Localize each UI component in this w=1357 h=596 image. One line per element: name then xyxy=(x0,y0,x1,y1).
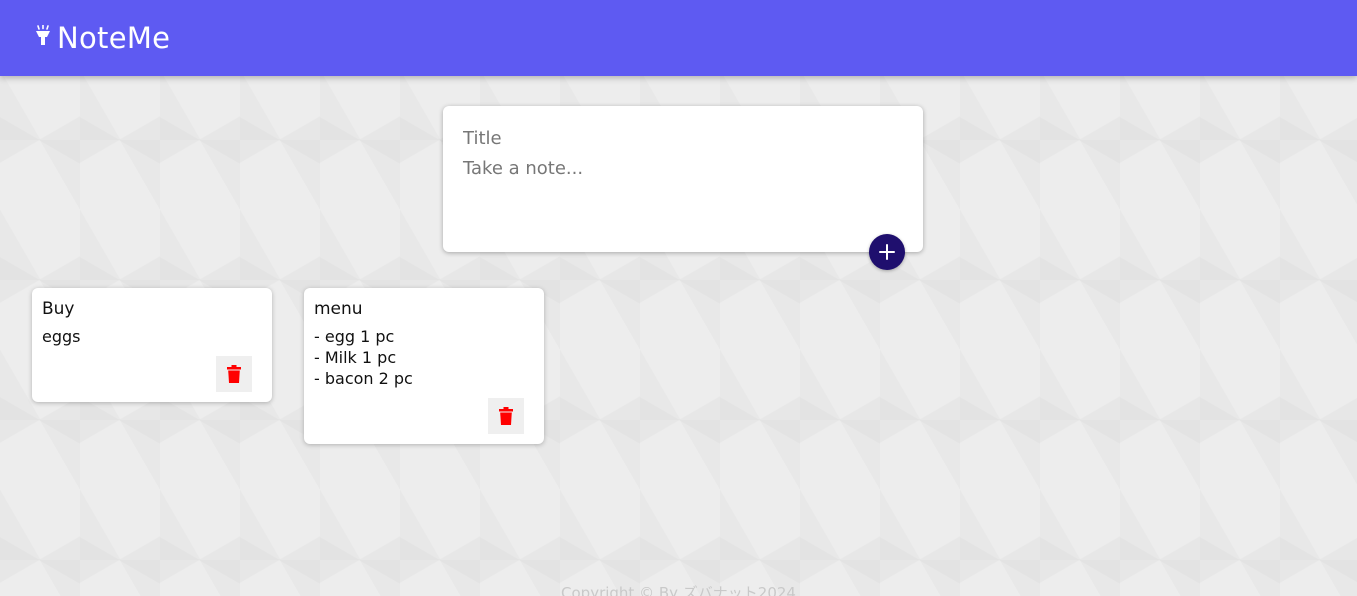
title-input[interactable] xyxy=(461,124,905,152)
app-header: NoteMe xyxy=(0,0,1357,76)
trash-icon xyxy=(227,365,241,383)
note-title: menu xyxy=(314,299,363,319)
delete-note-button[interactable] xyxy=(488,398,524,434)
note-composer xyxy=(443,106,923,270)
note-card: menu - egg 1 pc - Milk 1 pc - bacon 2 pc xyxy=(304,288,544,444)
note-input[interactable] xyxy=(461,156,905,230)
add-note-button[interactable] xyxy=(869,234,905,270)
note-body: eggs xyxy=(42,327,81,346)
brand[interactable]: NoteMe xyxy=(34,21,170,55)
footer-copyright: Copyright © By ズバナット2024 xyxy=(561,584,796,596)
note-body: - egg 1 pc - Milk 1 pc - bacon 2 pc xyxy=(314,327,413,388)
trash-icon xyxy=(499,407,513,425)
plus-icon xyxy=(879,244,895,260)
note-title: Buy xyxy=(42,299,75,319)
lamp-icon xyxy=(36,25,50,45)
note-card: Buy eggs xyxy=(32,288,272,402)
delete-note-button[interactable] xyxy=(216,356,252,392)
app-title: NoteMe xyxy=(57,21,171,55)
